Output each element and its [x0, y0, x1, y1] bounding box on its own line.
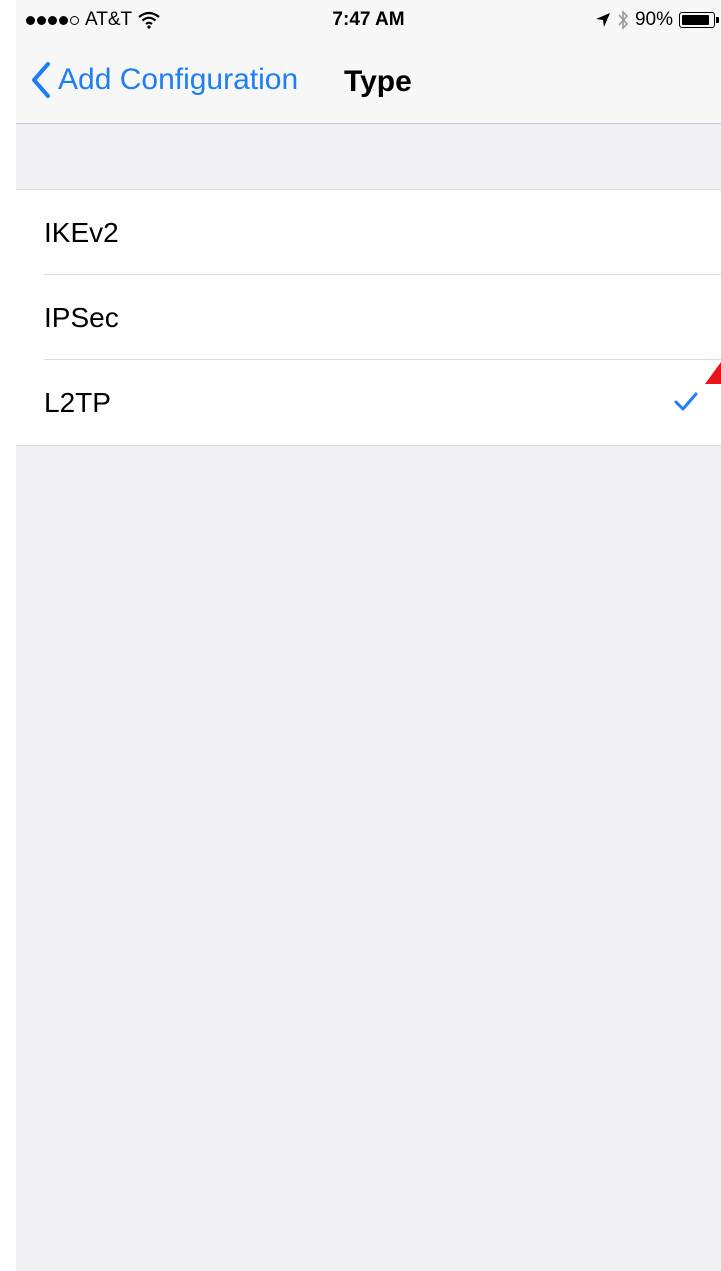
back-label: Add Configuration: [58, 63, 299, 96]
type-option-label: IPSec: [44, 302, 119, 333]
type-option-ipsec[interactable]: IPSec: [16, 275, 721, 360]
location-arrow-icon: [595, 13, 610, 27]
checkmark-icon: [674, 392, 698, 411]
battery-percent: 90%: [634, 9, 673, 30]
annotation-arrow-icon: [705, 362, 721, 384]
status-right: 90%: [595, 9, 719, 31]
screen: AT&T 7:47 AM 90% Add Configuration Type …: [16, 0, 721, 1271]
navigation-bar: Add Configuration Type: [16, 40, 721, 124]
page-title: Type: [344, 65, 412, 98]
battery-icon: [679, 12, 719, 28]
back-button[interactable]: Add Configuration: [30, 60, 298, 100]
chevron-left-icon: [32, 62, 50, 98]
type-option-ikev2[interactable]: IKEv2: [16, 190, 721, 275]
type-option-label: IKEv2: [44, 217, 119, 248]
type-option-l2tp[interactable]: L2TP: [16, 360, 721, 445]
battery-level: [682, 15, 709, 25]
bluetooth-icon: [618, 10, 629, 30]
type-option-label: L2TP: [44, 387, 111, 418]
status-bar: AT&T 7:47 AM 90%: [16, 0, 721, 40]
type-list: IKEv2 IPSec L2TP: [16, 189, 721, 446]
